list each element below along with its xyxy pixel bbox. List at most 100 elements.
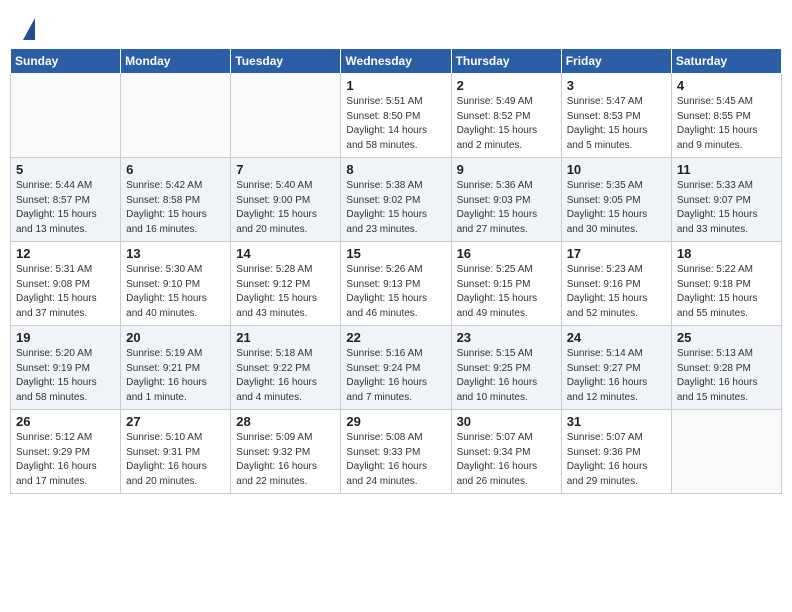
calendar-cell: 5 Sunrise: 5:44 AM Sunset: 8:57 PM Daylig… xyxy=(11,158,121,242)
calendar-cell: 26 Sunrise: 5:12 AM Sunset: 9:29 PM Dayli… xyxy=(11,410,121,494)
calendar-cell: 31 Sunrise: 5:07 AM Sunset: 9:36 PM Dayli… xyxy=(561,410,671,494)
day-number: 27 xyxy=(126,414,225,429)
day-number: 1 xyxy=(346,78,445,93)
day-info: Sunrise: 5:26 AM Sunset: 9:13 PM Dayligh… xyxy=(346,263,445,321)
day-info: Sunrise: 5:23 AM Sunset: 9:16 PM Dayligh… xyxy=(567,263,666,321)
calendar-cell xyxy=(11,74,121,158)
day-info: Sunrise: 5:08 AM Sunset: 9:33 PM Dayligh… xyxy=(346,431,445,489)
calendar-cell: 30 Sunrise: 5:07 AM Sunset: 9:34 PM Dayli… xyxy=(451,410,561,494)
day-number: 8 xyxy=(346,162,445,177)
weekday-header-saturday: Saturday xyxy=(671,49,781,74)
calendar-cell: 13Sunrise: 5:30 AM Sunset: 9:10 PM Dayli… xyxy=(121,242,231,326)
day-info: Sunrise: 5:30 AM Sunset: 9:10 PM Dayligh… xyxy=(126,263,225,321)
logo-triangle-icon xyxy=(23,18,35,40)
day-info: Sunrise: 5:09 AM Sunset: 9:32 PM Dayligh… xyxy=(236,431,335,489)
day-info: Sunrise: 5:31 AM Sunset: 9:08 PM Dayligh… xyxy=(16,263,115,321)
calendar-cell xyxy=(121,74,231,158)
day-info: Sunrise: 5:47 AM Sunset: 8:53 PM Dayligh… xyxy=(567,95,666,153)
day-info: Sunrise: 5:18 AM Sunset: 9:22 PM Dayligh… xyxy=(236,347,335,405)
calendar-cell: 19 Sunrise: 5:20 AM Sunset: 9:19 PM Dayli… xyxy=(11,326,121,410)
calendar-table: SundayMondayTuesdayWednesdayThursdayFrid… xyxy=(10,48,782,494)
calendar-cell: 3 Sunrise: 5:47 AM Sunset: 8:53 PM Daylig… xyxy=(561,74,671,158)
calendar-cell: 18Sunrise: 5:22 AM Sunset: 9:18 PM Dayli… xyxy=(671,242,781,326)
day-info: Sunrise: 5:36 AM Sunset: 9:03 PM Dayligh… xyxy=(457,179,556,237)
day-number: 9 xyxy=(457,162,556,177)
calendar-cell: 2 Sunrise: 5:49 AM Sunset: 8:52 PM Daylig… xyxy=(451,74,561,158)
day-number: 5 xyxy=(16,162,115,177)
day-info: Sunrise: 5:40 AM Sunset: 9:00 PM Dayligh… xyxy=(236,179,335,237)
weekday-header-tuesday: Tuesday xyxy=(231,49,341,74)
day-number: 25 xyxy=(677,330,776,345)
day-number: 4 xyxy=(677,78,776,93)
day-number: 12 xyxy=(16,246,115,261)
day-number: 16 xyxy=(457,246,556,261)
calendar-cell: 4Sunrise: 5:45 AM Sunset: 8:55 PM Daylig… xyxy=(671,74,781,158)
day-info: Sunrise: 5:42 AM Sunset: 8:58 PM Dayligh… xyxy=(126,179,225,237)
day-info: Sunrise: 5:12 AM Sunset: 9:29 PM Dayligh… xyxy=(16,431,115,489)
day-info: Sunrise: 5:07 AM Sunset: 9:34 PM Dayligh… xyxy=(457,431,556,489)
day-info: Sunrise: 5:14 AM Sunset: 9:27 PM Dayligh… xyxy=(567,347,666,405)
day-number: 3 xyxy=(567,78,666,93)
day-info: Sunrise: 5:28 AM Sunset: 9:12 PM Dayligh… xyxy=(236,263,335,321)
calendar-cell: 1 Sunrise: 5:51 AM Sunset: 8:50 PM Daylig… xyxy=(341,74,451,158)
day-number: 21 xyxy=(236,330,335,345)
day-info: Sunrise: 5:25 AM Sunset: 9:15 PM Dayligh… xyxy=(457,263,556,321)
day-number: 31 xyxy=(567,414,666,429)
day-number: 26 xyxy=(16,414,115,429)
calendar-cell: 28Sunrise: 5:09 AM Sunset: 9:32 PM Dayli… xyxy=(231,410,341,494)
page-header xyxy=(10,10,782,48)
weekday-header-friday: Friday xyxy=(561,49,671,74)
calendar-cell: 14 Sunrise: 5:28 AM Sunset: 9:12 PM Dayli… xyxy=(231,242,341,326)
calendar-cell: 8 Sunrise: 5:38 AM Sunset: 9:02 PM Daylig… xyxy=(341,158,451,242)
day-info: Sunrise: 5:19 AM Sunset: 9:21 PM Dayligh… xyxy=(126,347,225,405)
day-number: 14 xyxy=(236,246,335,261)
logo xyxy=(20,18,35,42)
day-number: 15 xyxy=(346,246,445,261)
day-info: Sunrise: 5:20 AM Sunset: 9:19 PM Dayligh… xyxy=(16,347,115,405)
calendar-cell: 12 Sunrise: 5:31 AM Sunset: 9:08 PM Dayli… xyxy=(11,242,121,326)
weekday-header-thursday: Thursday xyxy=(451,49,561,74)
day-info: Sunrise: 5:49 AM Sunset: 8:52 PM Dayligh… xyxy=(457,95,556,153)
day-number: 2 xyxy=(457,78,556,93)
calendar-cell xyxy=(671,410,781,494)
day-number: 19 xyxy=(16,330,115,345)
calendar-cell: 10Sunrise: 5:35 AM Sunset: 9:05 PM Dayli… xyxy=(561,158,671,242)
calendar-cell: 16 Sunrise: 5:25 AM Sunset: 9:15 PM Dayli… xyxy=(451,242,561,326)
day-info: Sunrise: 5:22 AM Sunset: 9:18 PM Dayligh… xyxy=(677,263,776,321)
calendar-cell: 27 Sunrise: 5:10 AM Sunset: 9:31 PM Dayli… xyxy=(121,410,231,494)
day-info: Sunrise: 5:38 AM Sunset: 9:02 PM Dayligh… xyxy=(346,179,445,237)
day-number: 30 xyxy=(457,414,556,429)
day-info: Sunrise: 5:16 AM Sunset: 9:24 PM Dayligh… xyxy=(346,347,445,405)
calendar-cell: 20 Sunrise: 5:19 AM Sunset: 9:21 PM Dayli… xyxy=(121,326,231,410)
day-number: 6 xyxy=(126,162,225,177)
calendar-cell: 11 Sunrise: 5:33 AM Sunset: 9:07 PM Dayli… xyxy=(671,158,781,242)
calendar-cell: 15 Sunrise: 5:26 AM Sunset: 9:13 PM Dayli… xyxy=(341,242,451,326)
day-info: Sunrise: 5:35 AM Sunset: 9:05 PM Dayligh… xyxy=(567,179,666,237)
day-info: Sunrise: 5:13 AM Sunset: 9:28 PM Dayligh… xyxy=(677,347,776,405)
day-info: Sunrise: 5:44 AM Sunset: 8:57 PM Dayligh… xyxy=(16,179,115,237)
calendar-cell: 17Sunrise: 5:23 AM Sunset: 9:16 PM Dayli… xyxy=(561,242,671,326)
weekday-header-sunday: Sunday xyxy=(11,49,121,74)
day-number: 20 xyxy=(126,330,225,345)
day-info: Sunrise: 5:51 AM Sunset: 8:50 PM Dayligh… xyxy=(346,95,445,153)
calendar-cell: 23Sunrise: 5:15 AM Sunset: 9:25 PM Dayli… xyxy=(451,326,561,410)
weekday-header-wednesday: Wednesday xyxy=(341,49,451,74)
day-number: 24 xyxy=(567,330,666,345)
calendar-cell: 9 Sunrise: 5:36 AM Sunset: 9:03 PM Daylig… xyxy=(451,158,561,242)
day-number: 29 xyxy=(346,414,445,429)
calendar-cell: 6 Sunrise: 5:42 AM Sunset: 8:58 PM Daylig… xyxy=(121,158,231,242)
weekday-header-monday: Monday xyxy=(121,49,231,74)
calendar-cell: 25 Sunrise: 5:13 AM Sunset: 9:28 PM Dayli… xyxy=(671,326,781,410)
calendar-cell: 21 Sunrise: 5:18 AM Sunset: 9:22 PM Dayli… xyxy=(231,326,341,410)
day-info: Sunrise: 5:07 AM Sunset: 9:36 PM Dayligh… xyxy=(567,431,666,489)
calendar-cell: 24 Sunrise: 5:14 AM Sunset: 9:27 PM Dayli… xyxy=(561,326,671,410)
day-number: 11 xyxy=(677,162,776,177)
calendar-cell: 22 Sunrise: 5:16 AM Sunset: 9:24 PM Dayli… xyxy=(341,326,451,410)
day-info: Sunrise: 5:33 AM Sunset: 9:07 PM Dayligh… xyxy=(677,179,776,237)
day-number: 7 xyxy=(236,162,335,177)
calendar-cell xyxy=(231,74,341,158)
day-info: Sunrise: 5:15 AM Sunset: 9:25 PM Dayligh… xyxy=(457,347,556,405)
calendar-cell: 29 Sunrise: 5:08 AM Sunset: 9:33 PM Dayli… xyxy=(341,410,451,494)
day-info: Sunrise: 5:10 AM Sunset: 9:31 PM Dayligh… xyxy=(126,431,225,489)
day-number: 22 xyxy=(346,330,445,345)
